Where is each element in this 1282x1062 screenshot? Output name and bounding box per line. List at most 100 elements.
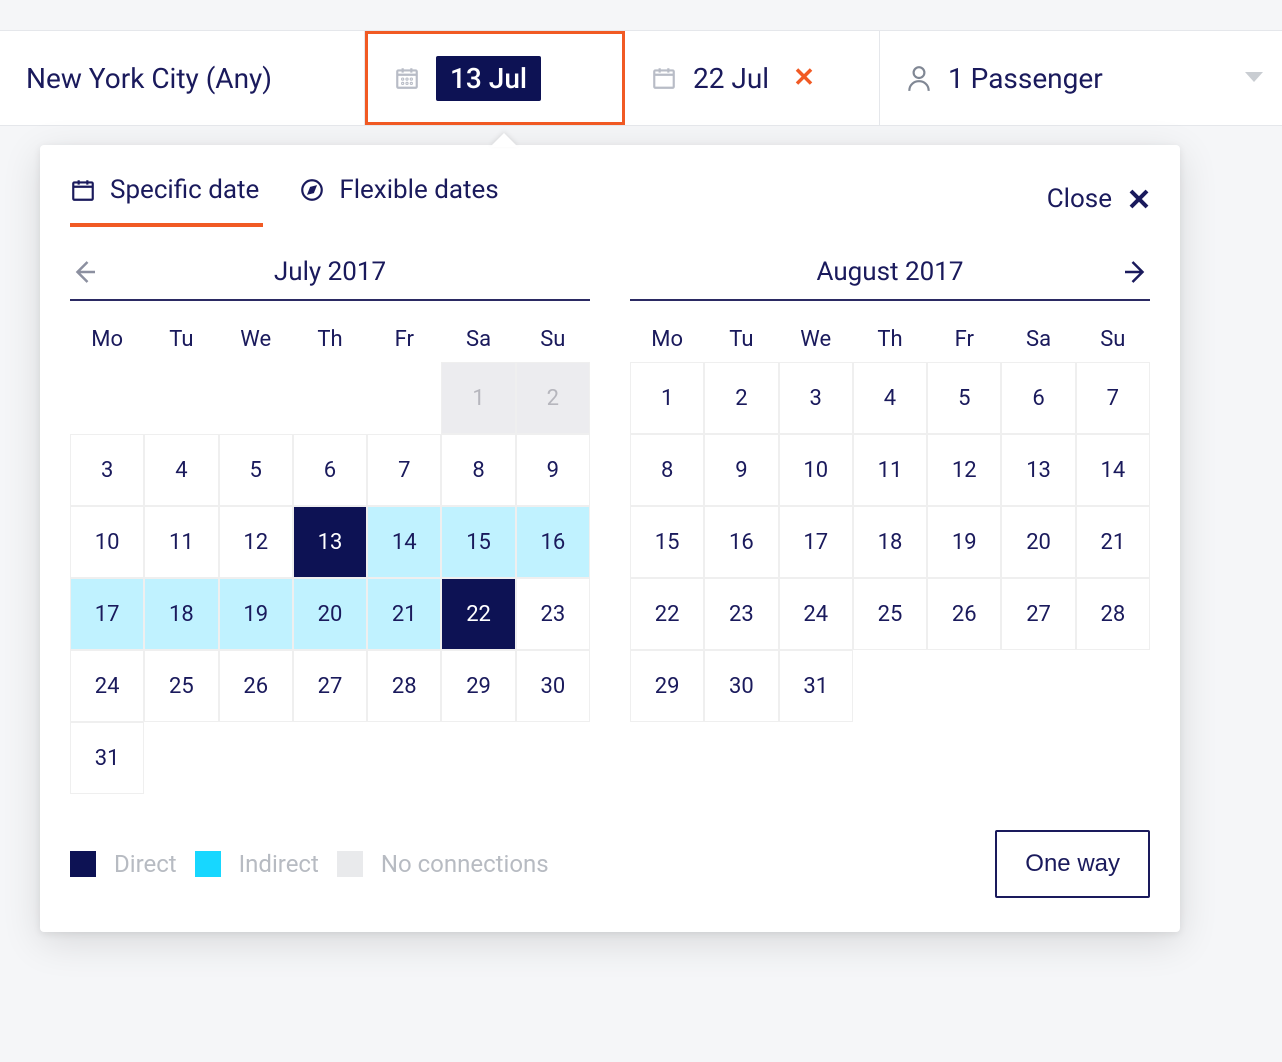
calendar-day[interactable]: 10 bbox=[70, 506, 144, 578]
calendar-day[interactable]: 23 bbox=[704, 578, 778, 650]
calendar-day[interactable]: 26 bbox=[927, 578, 1001, 650]
calendar-day[interactable]: 23 bbox=[516, 578, 590, 650]
calendar-day[interactable]: 16 bbox=[516, 506, 590, 578]
calendar-day[interactable]: 21 bbox=[1076, 506, 1150, 578]
weekday-label: Tu bbox=[144, 317, 218, 362]
calendar-blank bbox=[1001, 650, 1075, 722]
calendar-day[interactable]: 20 bbox=[293, 578, 367, 650]
calendar-day[interactable]: 22 bbox=[441, 578, 515, 650]
return-date-value: 22 Jul bbox=[693, 62, 769, 95]
person-icon bbox=[906, 64, 932, 92]
legend: Direct Indirect No connections One way bbox=[70, 830, 1150, 898]
prev-month-button[interactable] bbox=[70, 257, 100, 287]
legend-swatch-indirect bbox=[195, 851, 221, 877]
chevron-down-icon bbox=[1244, 71, 1264, 85]
calendar-day[interactable]: 27 bbox=[1001, 578, 1075, 650]
search-bar: New York City (Any) 13 Jul 22 Jul ✕ bbox=[0, 30, 1282, 126]
calendar-day[interactable]: 7 bbox=[1076, 362, 1150, 434]
calendar-day[interactable]: 12 bbox=[219, 506, 293, 578]
clear-return-icon[interactable]: ✕ bbox=[793, 65, 815, 91]
depart-date-field[interactable]: 13 Jul bbox=[365, 31, 625, 125]
calendar-day: 2 bbox=[516, 362, 590, 434]
calendar-day[interactable]: 10 bbox=[779, 434, 853, 506]
calendar-day[interactable]: 3 bbox=[70, 434, 144, 506]
weekday-row: MoTuWeThFrSaSu bbox=[70, 317, 590, 362]
calendar-grid: 1234567891011121314151617181920212223242… bbox=[70, 362, 590, 794]
calendar-day[interactable]: 30 bbox=[516, 650, 590, 722]
calendar-day[interactable]: 22 bbox=[630, 578, 704, 650]
calendar-day[interactable]: 11 bbox=[853, 434, 927, 506]
tab-flexible-dates[interactable]: Flexible dates bbox=[299, 175, 498, 223]
calendar-day[interactable]: 9 bbox=[704, 434, 778, 506]
calendar-day[interactable]: 31 bbox=[779, 650, 853, 722]
calendar-day[interactable]: 11 bbox=[144, 506, 218, 578]
calendar-day[interactable]: 14 bbox=[1076, 434, 1150, 506]
weekday-label: Th bbox=[853, 317, 927, 362]
calendar-day[interactable]: 18 bbox=[853, 506, 927, 578]
weekday-label: Mo bbox=[630, 317, 704, 362]
calendar-day[interactable]: 25 bbox=[853, 578, 927, 650]
calendar-day[interactable]: 13 bbox=[293, 506, 367, 578]
calendar-day[interactable]: 28 bbox=[367, 650, 441, 722]
weekday-label: Tu bbox=[704, 317, 778, 362]
calendar-icon bbox=[70, 177, 96, 203]
passengers-field[interactable]: 1 Passenger bbox=[880, 31, 1282, 125]
calendar-day[interactable]: 29 bbox=[441, 650, 515, 722]
calendar-day[interactable]: 21 bbox=[367, 578, 441, 650]
calendar-day[interactable]: 27 bbox=[293, 650, 367, 722]
calendar-day[interactable]: 19 bbox=[219, 578, 293, 650]
calendar-day[interactable]: 17 bbox=[779, 506, 853, 578]
return-date-field[interactable]: 22 Jul ✕ bbox=[625, 31, 880, 125]
calendar-day[interactable]: 17 bbox=[70, 578, 144, 650]
weekday-label: Fr bbox=[927, 317, 1001, 362]
calendar-day[interactable]: 1 bbox=[630, 362, 704, 434]
calendar-day[interactable]: 20 bbox=[1001, 506, 1075, 578]
calendar-day[interactable]: 18 bbox=[144, 578, 218, 650]
one-way-button[interactable]: One way bbox=[995, 830, 1150, 898]
calendar-day[interactable]: 7 bbox=[367, 434, 441, 506]
destination-field[interactable]: New York City (Any) bbox=[0, 31, 365, 125]
calendar-day[interactable]: 12 bbox=[927, 434, 1001, 506]
calendar-day[interactable]: 16 bbox=[704, 506, 778, 578]
calendar-blank bbox=[293, 722, 367, 794]
weekday-row: MoTuWeThFrSaSu bbox=[630, 317, 1150, 362]
calendar-day[interactable]: 6 bbox=[1001, 362, 1075, 434]
calendar-day[interactable]: 2 bbox=[704, 362, 778, 434]
calendar-blank bbox=[219, 362, 293, 434]
weekday-label: Sa bbox=[441, 317, 515, 362]
calendar-day[interactable]: 28 bbox=[1076, 578, 1150, 650]
calendar-blank bbox=[927, 650, 1001, 722]
calendar-icon bbox=[394, 65, 420, 91]
calendar-blank bbox=[367, 362, 441, 434]
calendar-day[interactable]: 13 bbox=[1001, 434, 1075, 506]
calendar-day[interactable]: 24 bbox=[779, 578, 853, 650]
calendar-day[interactable]: 15 bbox=[441, 506, 515, 578]
passengers-value: 1 Passenger bbox=[948, 62, 1103, 95]
calendar-day[interactable]: 29 bbox=[630, 650, 704, 722]
calendar-day[interactable]: 4 bbox=[853, 362, 927, 434]
calendar-day[interactable]: 30 bbox=[704, 650, 778, 722]
calendar-day[interactable]: 5 bbox=[219, 434, 293, 506]
weekday-label: Fr bbox=[367, 317, 441, 362]
calendar-blank bbox=[219, 722, 293, 794]
calendar-day[interactable]: 5 bbox=[927, 362, 1001, 434]
calendar-day[interactable]: 6 bbox=[293, 434, 367, 506]
calendar-day[interactable]: 3 bbox=[779, 362, 853, 434]
calendar-day[interactable]: 8 bbox=[630, 434, 704, 506]
calendar-day[interactable]: 4 bbox=[144, 434, 218, 506]
close-datepicker[interactable]: Close bbox=[1047, 184, 1150, 214]
calendar-day[interactable]: 25 bbox=[144, 650, 218, 722]
next-month-button[interactable] bbox=[1120, 257, 1150, 287]
calendar-blank bbox=[1076, 650, 1150, 722]
calendar-day[interactable]: 31 bbox=[70, 722, 144, 794]
tab-specific-date[interactable]: Specific date bbox=[70, 175, 259, 223]
compass-icon bbox=[299, 177, 325, 203]
calendar-day[interactable]: 24 bbox=[70, 650, 144, 722]
calendar-day[interactable]: 15 bbox=[630, 506, 704, 578]
calendar-day[interactable]: 19 bbox=[927, 506, 1001, 578]
calendar-day[interactable]: 9 bbox=[516, 434, 590, 506]
calendar-day[interactable]: 14 bbox=[367, 506, 441, 578]
calendar-day[interactable]: 26 bbox=[219, 650, 293, 722]
calendar-day[interactable]: 8 bbox=[441, 434, 515, 506]
calendar-blank bbox=[853, 650, 927, 722]
